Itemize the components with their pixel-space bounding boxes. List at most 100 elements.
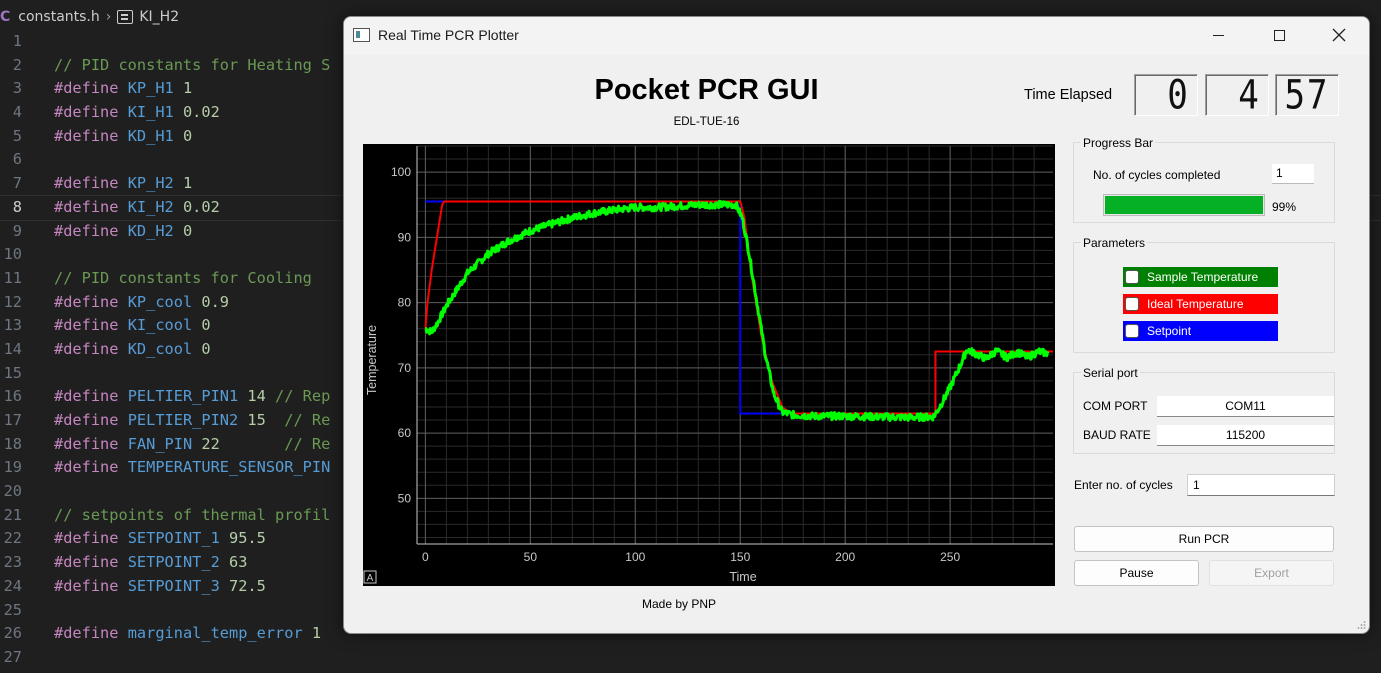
code-token: TEMPERATURE_SENSOR_PIN xyxy=(127,458,331,477)
code-token: FAN_PIN xyxy=(127,434,193,453)
code-token: 0 xyxy=(182,221,193,240)
cycles-input-label: Enter no. of cycles xyxy=(1074,478,1173,492)
code-token: // PID constants for Heating S xyxy=(54,55,331,74)
ideal-temperature-label: Ideal Temperature xyxy=(1147,297,1244,311)
code-token: // setpoints of thermal profil xyxy=(54,505,331,524)
time-minutes-value: 4 xyxy=(1238,71,1261,119)
code-token: 14 xyxy=(247,387,266,406)
line-number: 1 xyxy=(12,32,22,50)
code-token: 0 xyxy=(201,316,211,335)
progress-percent: 99% xyxy=(1272,200,1297,214)
serial-port-group-title: Serial port xyxy=(1081,366,1140,380)
code-token: #define xyxy=(54,79,128,98)
pause-button[interactable]: Pause xyxy=(1074,560,1199,586)
code-token: // Re xyxy=(265,411,331,429)
chevron-right-icon: › xyxy=(105,9,112,25)
code-text: #define KD_H2 0 xyxy=(54,220,192,244)
title-bar[interactable]: Real Time PCR Plotter xyxy=(344,17,1369,55)
code-token: // Re xyxy=(219,434,331,453)
parameters-group-title: Parameters xyxy=(1081,236,1148,250)
sample-temperature-label: Sample Temperature xyxy=(1147,270,1259,284)
code-text: // setpoints of thermal profil xyxy=(54,504,330,528)
line-number: 2 xyxy=(12,55,22,74)
maximize-icon xyxy=(1273,29,1285,41)
com-port-field[interactable]: COM11 xyxy=(1157,396,1334,417)
line-number: 20 xyxy=(3,482,22,501)
code-token: #define xyxy=(54,387,128,406)
code-line[interactable]: 27 xyxy=(0,646,1381,670)
resize-grip-icon[interactable] xyxy=(1356,620,1366,630)
time-seconds-value: 57 xyxy=(1284,71,1330,119)
code-token: SETPOINT_1 xyxy=(127,529,220,548)
symbol-icon xyxy=(117,10,134,24)
code-text: #define KP_H2 1 xyxy=(54,172,192,196)
code-token: KI_H1 xyxy=(127,103,174,122)
code-token: #define xyxy=(54,339,128,358)
baud-rate-label: BAUD RATE xyxy=(1083,428,1151,442)
app-title: Pocket PCR GUI xyxy=(594,74,819,106)
code-text: #define KI_H1 0.02 xyxy=(54,101,220,125)
code-token: KP_H1 xyxy=(127,79,174,98)
ideal-temperature-checkbox[interactable]: Ideal Temperature xyxy=(1123,294,1278,314)
plot-svg: 0 50 100 150 200 250 50 60 70 80 90 100 Time Temperat… xyxy=(363,145,1053,584)
code-token: #define xyxy=(54,126,128,145)
checkbox-icon xyxy=(1125,324,1139,338)
line-number: 27 xyxy=(3,647,22,666)
temperature-plot[interactable]: 0 50 100 150 200 250 50 60 70 80 90 100 Time Temperat… xyxy=(363,144,1055,586)
code-token: 0 xyxy=(201,339,211,358)
line-number: 8 xyxy=(12,197,22,216)
line-number: 13 xyxy=(3,316,22,335)
line-number: 22 xyxy=(3,529,22,548)
code-token: #define xyxy=(54,529,128,548)
x-tick-label: 0 xyxy=(422,550,429,564)
code-text: #define PELTIER_PIN2 15 // Re xyxy=(54,409,330,433)
code-token: #define xyxy=(54,411,128,429)
code-token: 95.5 xyxy=(229,529,266,548)
close-button[interactable] xyxy=(1316,17,1362,53)
minimize-button[interactable] xyxy=(1195,17,1241,53)
code-token: 0.9 xyxy=(201,292,230,311)
line-number: 17 xyxy=(3,411,22,429)
code-token: 0.02 xyxy=(182,197,220,216)
maximize-button[interactable] xyxy=(1256,17,1302,53)
code-token: #define xyxy=(54,197,128,216)
setpoint-checkbox[interactable]: Setpoint xyxy=(1123,321,1278,341)
y-tick-label: 100 xyxy=(391,165,411,179)
export-button[interactable]: Export xyxy=(1209,560,1334,586)
cycles-input[interactable]: 1 xyxy=(1187,474,1335,496)
cycles-completed-value: 1 xyxy=(1272,164,1314,184)
code-token: 1 xyxy=(182,79,193,98)
code-text: #define KD_H1 0 xyxy=(54,125,192,149)
code-token: PELTIER_PIN1 xyxy=(127,387,239,406)
code-text: #define KD_cool 0 xyxy=(54,338,211,362)
code-text: #define KP_H1 1 xyxy=(54,77,192,101)
x-axis-label: Time xyxy=(729,570,756,584)
sample-temperature-checkbox[interactable]: Sample Temperature xyxy=(1123,267,1278,287)
line-number: 7 xyxy=(12,174,22,193)
code-token: #define xyxy=(54,221,128,240)
run-pcr-button[interactable]: Run PCR xyxy=(1074,526,1334,552)
code-token: #define xyxy=(54,174,128,193)
code-token: KP_cool xyxy=(127,292,193,311)
y-axis-label: Temperature xyxy=(365,325,379,395)
code-text: // PID constants for Cooling xyxy=(54,267,312,291)
baud-rate-field[interactable]: 115200 xyxy=(1157,425,1334,446)
setpoint-label: Setpoint xyxy=(1147,324,1192,338)
line-number: 11 xyxy=(3,268,22,287)
line-number: 26 xyxy=(3,624,22,643)
line-number: 5 xyxy=(12,126,22,145)
setpoint-line xyxy=(425,200,937,415)
time-hours-display: 0 xyxy=(1134,74,1198,116)
code-token: 72.5 xyxy=(229,576,266,595)
x-tick-label: 100 xyxy=(625,550,645,564)
breadcrumb-file[interactable]: constants.h xyxy=(18,9,99,25)
line-number: 16 xyxy=(3,387,22,406)
code-text: #define PELTIER_PIN1 14 // Rep xyxy=(54,385,330,409)
code-token: 22 xyxy=(201,434,220,453)
breadcrumb-symbol[interactable]: KI_H2 xyxy=(139,9,179,25)
